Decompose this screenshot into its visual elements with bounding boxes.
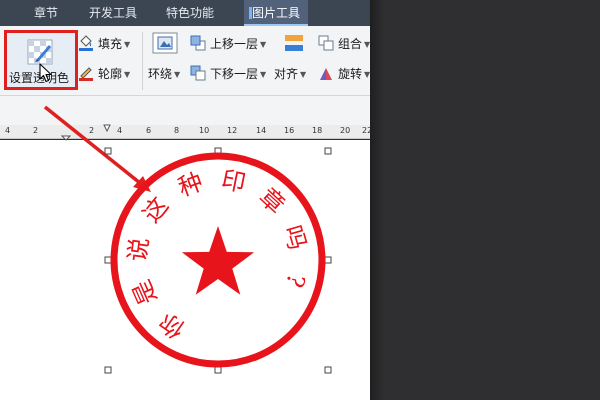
fill-button[interactable]: 填充 ▼ (78, 35, 130, 52)
ruler-tick: 2 (33, 126, 39, 135)
ruler-tick: 20 (340, 126, 351, 135)
background-shadow (370, 0, 384, 400)
fill-bucket-icon (79, 35, 93, 51)
wrap-label: 环绕 (148, 67, 173, 81)
ruler-tick: 8 (174, 126, 180, 135)
group-label: 组合 (338, 37, 363, 51)
ruler-tick: 12 (227, 126, 238, 135)
align-label: 对齐 (274, 67, 299, 81)
chevron-down-icon: ▼ (260, 40, 267, 49)
rotate-icon (320, 68, 332, 80)
group-button[interactable]: 组合 ▼ (318, 35, 370, 52)
tab-special-features[interactable]: 特色功能 (166, 0, 214, 26)
bring-forward-button[interactable]: 上移一层 ▼ (190, 35, 266, 52)
ribbon-separator (142, 32, 143, 90)
ruler-tick: 6 (146, 126, 152, 135)
send-backward-button[interactable]: 下移一层 ▼ (190, 65, 266, 82)
ribbon-toolbar: 设置透明色 填充 ▼ 轮廓 ▼ 环绕 ▼ 上移一层 ▼ 下移一层 ▼ 对齐 ▼ … (0, 26, 370, 96)
ruler-tick: 4 (5, 126, 11, 135)
ruler-tick: 18 (312, 126, 323, 135)
outline-button[interactable]: 轮廓 ▼ (78, 65, 130, 82)
document-page[interactable] (0, 140, 370, 400)
align-icon-button[interactable] (283, 32, 305, 54)
wrap-text-icon (152, 32, 178, 54)
horizontal-ruler: 4 2 2 4 6 8 10 12 14 16 18 20 22 (0, 125, 372, 139)
chevron-down-icon: ▼ (124, 70, 131, 79)
transparent-color-icon (27, 39, 53, 65)
send-backward-icon (190, 65, 206, 81)
outline-label: 轮廓 (98, 67, 123, 81)
ribbon-bottom-gap (0, 96, 370, 125)
chevron-down-icon: ▼ (260, 70, 267, 79)
send-backward-label: 下移一层 (210, 67, 259, 81)
outline-pen-icon (79, 67, 93, 81)
set-transparent-color-button[interactable]: 设置透明色 (4, 30, 78, 90)
fill-label: 填充 (98, 37, 123, 51)
app-window: 章节 开发工具 特色功能 图片工具 设置透明色 填充 ▼ 轮廓 ▼ 环绕 ▼ 上… (0, 0, 600, 400)
wrap-icon-button[interactable] (152, 32, 178, 54)
bring-forward-icon (190, 35, 206, 51)
chevron-down-icon: ▼ (124, 40, 131, 49)
rotate-label: 旋转 (338, 67, 363, 81)
background-dark-area (370, 0, 600, 400)
tab-picture-tools[interactable]: 图片工具 (244, 0, 308, 26)
align-icon (285, 35, 303, 51)
ruler-tick: 10 (199, 126, 210, 135)
ruler-tick: 16 (284, 126, 295, 135)
ruler-tick: 14 (256, 126, 267, 135)
chevron-down-icon: ▼ (300, 70, 307, 79)
ruler-tick: 4 (117, 126, 123, 135)
wrap-button[interactable]: 环绕 ▼ (148, 65, 180, 82)
tab-chapter[interactable]: 章节 (34, 0, 58, 26)
tab-developer-tools[interactable]: 开发工具 (89, 0, 137, 26)
group-icon (318, 35, 334, 51)
bring-forward-label: 上移一层 (210, 37, 259, 51)
chevron-down-icon: ▼ (174, 70, 181, 79)
mouse-pointer-icon (39, 63, 52, 83)
rotate-button[interactable]: 旋转 ▼ (318, 65, 370, 82)
ribbon-tab-bar: 章节 开发工具 特色功能 图片工具 (0, 0, 370, 26)
ruler-tick: 2 (89, 126, 95, 135)
align-button[interactable]: 对齐 ▼ (274, 65, 306, 82)
